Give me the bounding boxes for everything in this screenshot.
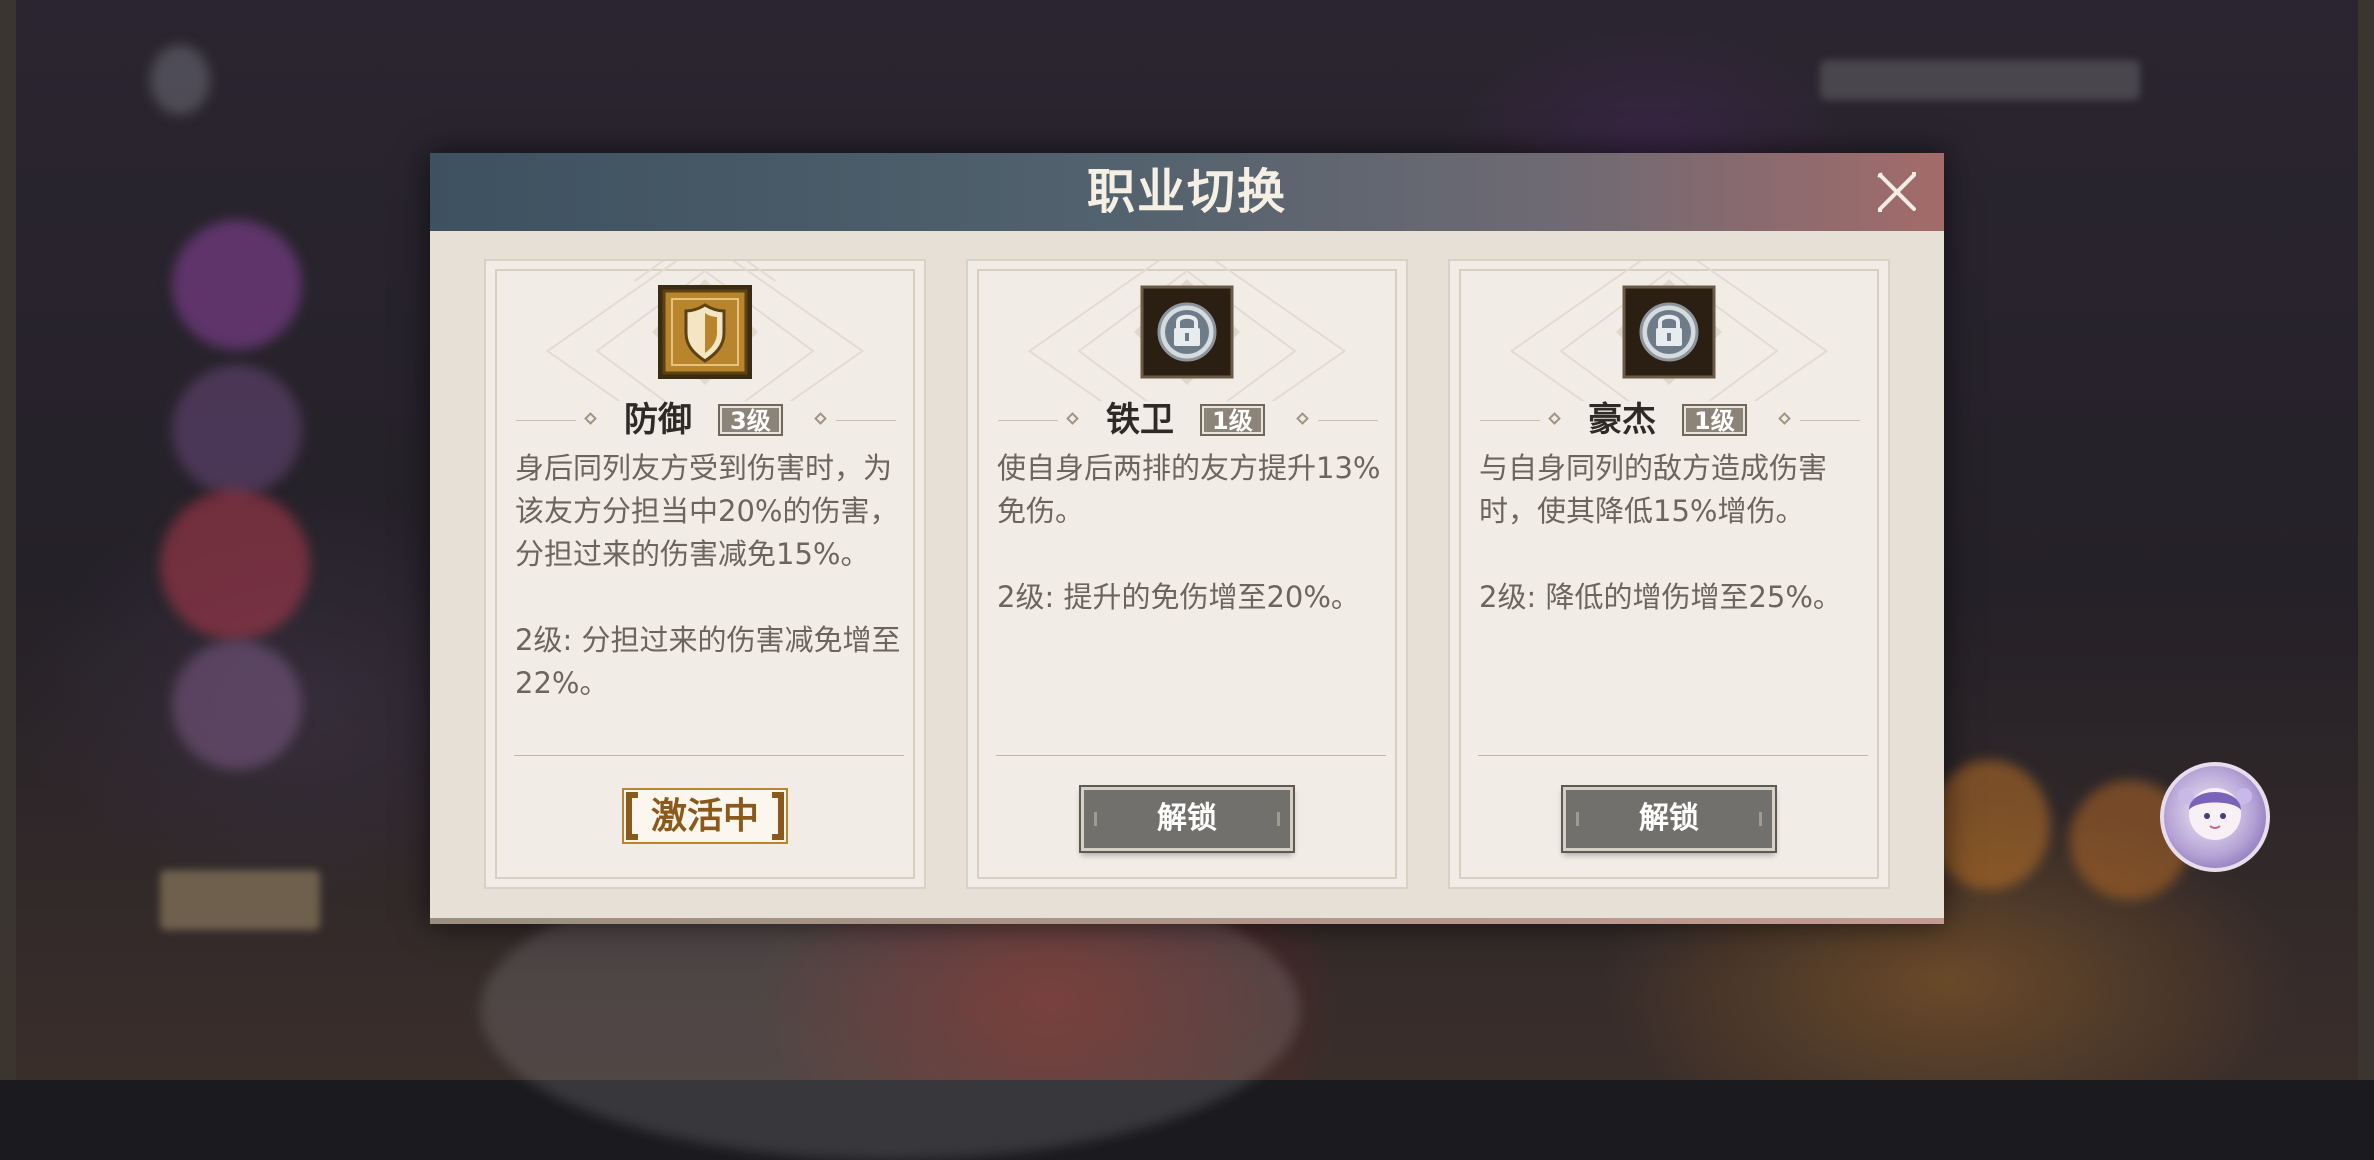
divider-line xyxy=(998,420,1058,421)
lock-icon xyxy=(1134,279,1240,385)
bg-portrait xyxy=(160,490,310,640)
active-status-badge: 激活中 xyxy=(622,788,788,844)
class-card-iron-guard[interactable]: 铁卫 1级 使自身后两排的友方提升13%免伤。 2级: 提升的免伤增至20%。 … xyxy=(966,259,1408,889)
skill-text: 与自身同列的敌方造成伤害时，使其降低15%增伤。 xyxy=(1479,451,1828,528)
level-badge: 1级 xyxy=(1200,404,1265,436)
shield-emblem xyxy=(650,277,760,387)
class-card-defense[interactable]: 防御 3级 身后同列友方受到伤害时，为该友方分担当中20%的伤害，分担过来的伤害… xyxy=(484,259,926,889)
class-name: 豪杰 xyxy=(1588,400,1656,440)
skill-text: 使自身后两排的友方提升13%免伤。 xyxy=(997,451,1381,528)
locked-emblem xyxy=(1132,277,1242,387)
upgrade-text: 2级: 提升的免伤增至20%。 xyxy=(997,580,1360,614)
class-name: 防御 xyxy=(624,400,692,440)
bg-portrait xyxy=(172,220,302,350)
lock-icon xyxy=(1616,279,1722,385)
bg-item xyxy=(1930,760,2050,890)
diamond-ornament xyxy=(1548,412,1561,425)
level-badge: 3级 xyxy=(718,404,783,436)
divider-line xyxy=(1318,420,1378,421)
card-header: 豪杰 1级 xyxy=(1450,397,1888,443)
card-header: 防御 3级 xyxy=(486,397,924,443)
diamond-ornament xyxy=(1778,412,1791,425)
diamond-ornament xyxy=(1296,412,1309,425)
diamond-ornament xyxy=(814,412,827,425)
card-header: 铁卫 1级 xyxy=(968,397,1406,443)
bg-back-arrow-icon xyxy=(150,45,210,115)
skill-text: 身后同列友方受到伤害时，为该友方分担当中20%的伤害，分担过来的伤害减免15%。 xyxy=(515,451,899,571)
diamond-ornament xyxy=(584,412,597,425)
screen-edge-right xyxy=(2358,0,2374,1080)
close-icon xyxy=(1877,172,1916,212)
dialog-bottom-edge xyxy=(430,918,1944,924)
close-button[interactable] xyxy=(1874,169,1920,215)
dialog-title: 职业切换 xyxy=(1086,164,1287,220)
bg-topbar xyxy=(1820,60,2140,100)
class-description: 与自身同列的敌方造成伤害时，使其降低15%增伤。 2级: 降低的增伤增至25%。 xyxy=(1479,447,1869,619)
level-badge: 1级 xyxy=(1682,404,1747,436)
class-card-hero[interactable]: 豪杰 1级 与自身同列的敌方造成伤害时，使其降低15%增伤。 2级: 降低的增伤… xyxy=(1448,259,1890,889)
card-divider xyxy=(1478,755,1868,756)
divider-line xyxy=(516,420,576,421)
divider-line xyxy=(836,420,896,421)
class-switch-dialog: 职业切换 防御 3级 身后同列友方受到伤害时，为该友方分担当中20%的伤害，分担… xyxy=(430,153,1944,924)
diamond-ornament xyxy=(1066,412,1079,425)
divider-line xyxy=(1480,420,1540,421)
dialog-header: 职业切换 xyxy=(430,153,1944,231)
unlock-button[interactable]: 解锁 xyxy=(1081,787,1293,851)
chibi-character-icon xyxy=(2178,788,2252,840)
active-label: 激活中 xyxy=(650,795,759,837)
upgrade-text: 2级: 降低的增伤增至25%。 xyxy=(1479,580,1842,614)
unlock-button[interactable]: 解锁 xyxy=(1563,787,1775,851)
divider-line xyxy=(1800,420,1860,421)
class-description: 使自身后两排的友方提升13%免伤。 2级: 提升的免伤增至20%。 xyxy=(997,447,1387,619)
locked-emblem xyxy=(1614,277,1724,387)
screen-edge-left xyxy=(0,0,16,1080)
card-divider xyxy=(514,755,904,756)
class-name: 铁卫 xyxy=(1106,400,1174,440)
shield-icon xyxy=(652,279,758,385)
bg-portrait xyxy=(172,365,302,495)
class-description: 身后同列友方受到伤害时，为该友方分担当中20%的伤害，分担过来的伤害减免15%。… xyxy=(515,447,905,705)
upgrade-text: 2级: 分担过来的伤害减免增至22%。 xyxy=(515,623,901,700)
bg-portrait xyxy=(172,640,302,770)
assistant-avatar-button[interactable] xyxy=(2160,762,2270,872)
card-divider xyxy=(996,755,1386,756)
bg-button xyxy=(160,870,320,930)
